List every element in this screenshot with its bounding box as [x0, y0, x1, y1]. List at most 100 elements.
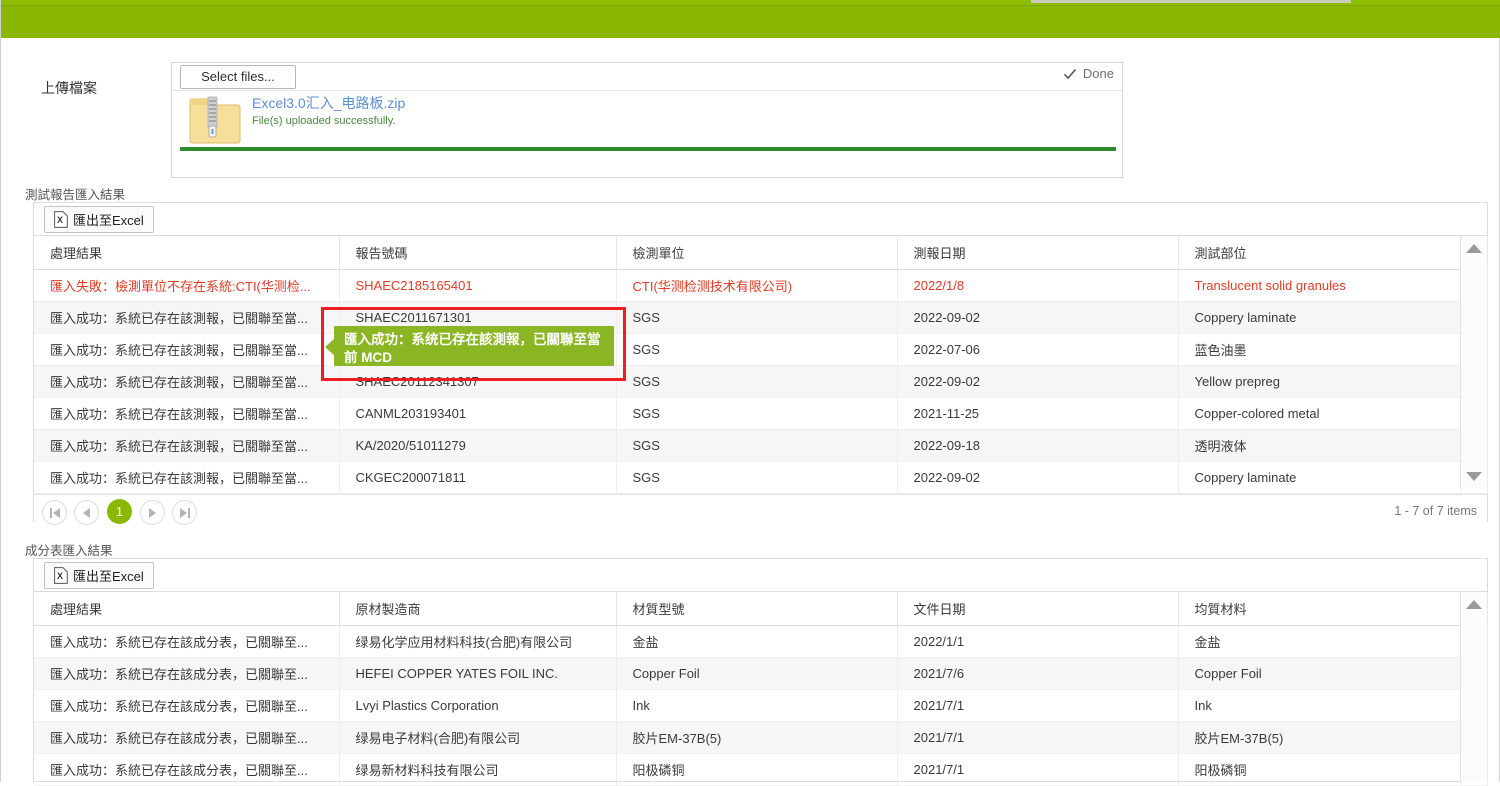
table-row[interactable]: 匯入成功：系統已存在該成分表，已關聯至... HEFEI COPPER YATES…	[34, 657, 1488, 690]
report-grid-title: 測試報告匯入結果	[25, 188, 126, 202]
cell-report_no: CKGEC200071811	[339, 461, 617, 494]
cell-date: 2022-09-02	[897, 365, 1179, 398]
column-header-5[interactable]: 均質材料	[1178, 592, 1462, 626]
column-header-3[interactable]: 材質型號	[616, 592, 898, 626]
cell-report_no: SHAEC20112341307	[339, 365, 617, 398]
pager-last-button[interactable]	[172, 500, 197, 525]
table-row[interactable]: 匯入成功：系統已存在該測報，已關聯至當... CANML203193401 SGS 2…	[34, 397, 1488, 430]
column-header-2[interactable]: 報告號碼	[339, 236, 617, 270]
cell-model: Ink	[616, 689, 898, 722]
upload-progress-bar	[180, 147, 1116, 151]
composition-grid: X 匯出至Excel 處理結果 原材製造商 材質型號 文件日期 均質材料 匯入成功：系統…	[33, 558, 1488, 786]
report-grid-pager: 1 1 - 7 of 7 items	[34, 494, 1487, 528]
composition-grid-scrollbar[interactable]	[1460, 592, 1487, 782]
cell-result: 匯入成功：系統已存在該成分表，已關聯至...	[34, 625, 340, 658]
file-upload-section: 上傳檔案 Select files... Done Excel3.0汇入_电路板…	[1, 60, 1500, 178]
cell-result: 匯入成功：系統已存在該測報，已關聯至當...	[34, 301, 340, 334]
cell-date: 2021/7/1	[897, 721, 1179, 754]
export-to-excel-button-reports[interactable]: X 匯出至Excel	[44, 206, 154, 233]
report-grid-scrollbar[interactable]	[1460, 236, 1487, 489]
table-row[interactable]: 匯入成功：系統已存在該成分表，已關聯至... 绿易电子材料(合肥)有限公司 胶片EM…	[34, 721, 1488, 754]
cell-material: 金盐	[1178, 625, 1462, 658]
cell-lab: SGS	[616, 397, 898, 430]
cell-maker: 绿易新材料科技有限公司	[339, 753, 617, 786]
composition-grid-title: 成分表匯入結果	[25, 544, 113, 558]
column-header-5[interactable]: 測試部位	[1178, 236, 1462, 270]
cell-result: 匯入成功：系統已存在該測報，已關聯至當...	[34, 365, 340, 398]
cell-material: 阳极磷铜	[1178, 753, 1462, 786]
cell-maker: HEFEI COPPER YATES FOIL INC.	[339, 657, 617, 690]
table-row[interactable]: 匯入成功：系統已存在該測報，已關聯至當... SGS 2022-07-06 蓝色油墨	[34, 333, 1488, 366]
first-page-arrow-icon	[52, 507, 60, 518]
column-header-1[interactable]: 處理結果	[34, 236, 340, 270]
report-grid-header-row: 處理結果 報告號碼 檢測單位 測報日期 測試部位	[34, 236, 1488, 270]
cell-report_no: CANML203193401	[339, 397, 617, 430]
cell-part: 透明液体	[1178, 429, 1462, 462]
cell-result: 匯入失敗：檢測單位不存在系統:CTI(华测检...	[34, 269, 340, 302]
last-page-arrow-icon	[179, 507, 187, 518]
column-header-4[interactable]: 測報日期	[897, 236, 1179, 270]
cell-date: 2022/1/1	[897, 625, 1179, 658]
cell-part: Copper-colored metal	[1178, 397, 1462, 430]
pager-previous-button[interactable]	[74, 500, 99, 525]
banner-divider	[1, 5, 1500, 6]
cell-report_no: KA/2020/51011279	[339, 429, 617, 462]
cell-maker: 绿易电子材料(合肥)有限公司	[339, 721, 617, 754]
column-header-3[interactable]: 檢測單位	[616, 236, 898, 270]
table-row[interactable]: 匯入失敗：檢測單位不存在系統:CTI(华测检... SHAEC2185165401…	[34, 269, 1488, 302]
table-row[interactable]: 匯入成功：系統已存在該測報，已關聯至當... SHAEC20112341307 SG…	[34, 365, 1488, 398]
table-row[interactable]: 匯入成功：系統已存在該測報，已關聯至當... CKGEC200071811 SGS 2…	[34, 461, 1488, 494]
pager-first-button[interactable]	[42, 500, 67, 525]
previous-page-arrow-icon	[83, 507, 90, 518]
upload-field-label: 上傳檔案	[41, 80, 97, 96]
table-row[interactable]: 匯入成功：系統已存在該測報，已關聯至當... SHAEC2011671301 SGS…	[34, 301, 1488, 334]
export-to-excel-button-composition[interactable]: X 匯出至Excel	[44, 562, 154, 589]
table-row[interactable]: 匯入成功：系統已存在該成分表，已關聯至... 绿易化学应用材料科技(合肥)有限公司…	[34, 625, 1488, 658]
cell-part: Coppery laminate	[1178, 461, 1462, 494]
select-files-button[interactable]: Select files...	[180, 65, 296, 89]
cell-lab: SGS	[616, 301, 898, 334]
cell-model: 金盐	[616, 625, 898, 658]
scroll-up-arrow-icon[interactable]	[1466, 244, 1482, 253]
table-row[interactable]: 匯入成功：系統已存在該成分表，已關聯至... Lvyi Plastics Corp…	[34, 689, 1488, 722]
column-header-4[interactable]: 文件日期	[897, 592, 1179, 626]
column-header-1[interactable]: 處理結果	[34, 592, 340, 626]
export-button-label: 匯出至Excel	[73, 569, 144, 584]
last-page-bar-icon	[187, 507, 190, 518]
cell-maker: Lvyi Plastics Corporation	[339, 689, 617, 722]
pager-next-button[interactable]	[140, 500, 165, 525]
cell-result: 匯入成功：系統已存在該成分表，已關聯至...	[34, 721, 340, 754]
pager-page-1-button[interactable]: 1	[107, 499, 132, 524]
upload-success-message: File(s) uploaded successfully.	[252, 115, 396, 127]
uploaded-file-name[interactable]: Excel3.0汇入_电路板.zip	[252, 93, 405, 113]
scroll-up-arrow-icon[interactable]	[1466, 600, 1482, 609]
cell-result: 匯入成功：系統已存在該成分表，已關聯至...	[34, 657, 340, 690]
cell-model: 胶片EM-37B(5)	[616, 721, 898, 754]
uploaded-file-item: Excel3.0汇入_电路板.zip File(s) uploaded succ…	[172, 91, 1122, 151]
upload-dropzone[interactable]: Select files... Done Excel3.0汇入_电路板.zip …	[171, 62, 1123, 178]
composition-grid-body: 匯入成功：系統已存在該成分表，已關聯至... 绿易化学应用材料科技(合肥)有限公司…	[34, 625, 1488, 786]
svg-text:X: X	[57, 571, 63, 581]
cell-date: 2021-11-25	[897, 397, 1179, 430]
cell-date: 2022-09-02	[897, 461, 1179, 494]
cell-date: 2021/7/1	[897, 753, 1179, 786]
composition-grid-header-row: 處理結果 原材製造商 材質型號 文件日期 均質材料	[34, 592, 1488, 626]
pager-items-info: 1 - 7 of 7 items	[1394, 504, 1477, 518]
excel-icon: X	[54, 567, 68, 584]
scroll-down-arrow-icon[interactable]	[1466, 472, 1482, 481]
table-row[interactable]: 匯入成功：系統已存在該成分表，已關聯至... 绿易新材料科技有限公司 阳极磷铜 202…	[34, 753, 1488, 786]
cell-part: Yellow prepreg	[1178, 365, 1462, 398]
application-window: 上傳檔案 Select files... Done Excel3.0汇入_电路板…	[0, 0, 1500, 786]
excel-icon: X	[54, 211, 68, 228]
report-grid-toolbar: X 匯出至Excel	[34, 203, 1487, 236]
table-row[interactable]: 匯入成功：系統已存在該測報，已關聯至當... KA/2020/51011279 SG…	[34, 429, 1488, 462]
report-grid-body: 匯入失敗：檢測單位不存在系統:CTI(华测检... SHAEC2185165401…	[34, 269, 1488, 494]
cell-lab: SGS	[616, 365, 898, 398]
report-grid-table: 處理結果 報告號碼 檢測單位 測報日期 測試部位 匯入失敗：檢測單位不存在系統:CTI(…	[34, 236, 1488, 494]
svg-text:X: X	[57, 215, 63, 225]
cell-lab: SGS	[616, 461, 898, 494]
cell-date: 2021/7/1	[897, 689, 1179, 722]
cell-date: 2022-09-18	[897, 429, 1179, 462]
column-header-2[interactable]: 原材製造商	[339, 592, 617, 626]
report-grid: X 匯出至Excel 處理結果 報告號碼 檢測單位 測報日期 測試部位 匯入失敗：檢測單…	[33, 202, 1488, 528]
